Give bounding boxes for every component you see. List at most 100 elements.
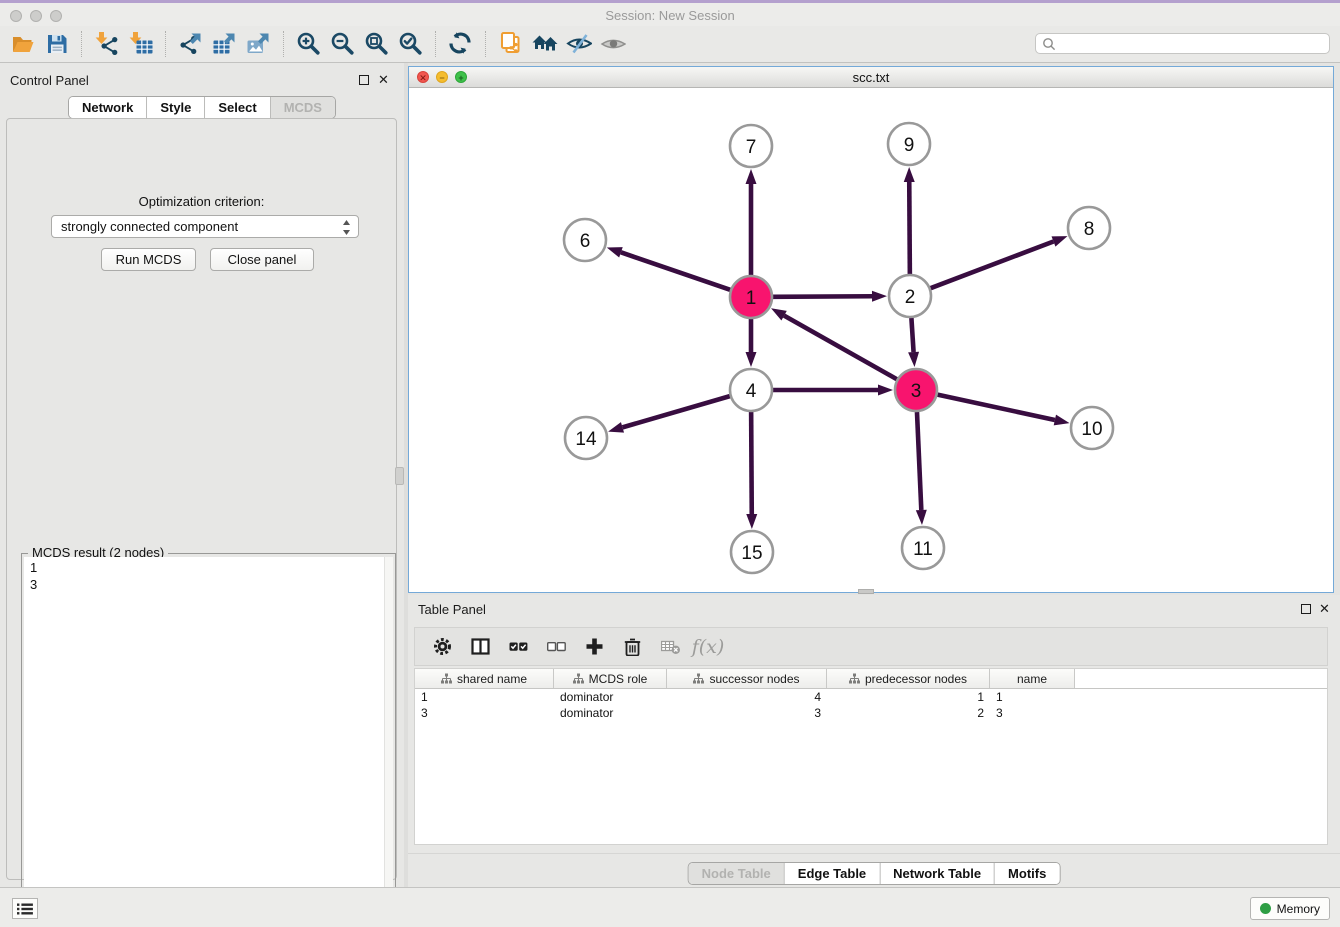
toolbar-separator [435,31,437,57]
float-panel-icon[interactable] [359,75,369,85]
column-label: predecessor nodes [865,672,967,686]
table-cell[interactable]: 1 [827,689,990,705]
zoom-in-button[interactable] [292,29,326,59]
node-label-15: 15 [741,543,762,564]
edge-3-1[interactable] [784,316,897,380]
node-label-8: 8 [1084,219,1095,240]
table-cell[interactable]: dominator [554,689,667,705]
tab-mcds[interactable]: MCDS [270,97,335,118]
table-cell[interactable]: 3 [990,705,1075,721]
zoom-out-icon [330,31,356,57]
edge-1-6[interactable] [621,252,730,290]
optimization-criterion-select[interactable]: strongly connected component [51,215,359,238]
node-label-14: 14 [575,429,597,450]
table-cell[interactable]: 2 [827,705,990,721]
edge-3-11[interactable] [917,412,921,510]
tab-network-table[interactable]: Network Table [879,863,994,884]
add-column-button[interactable] [575,632,613,662]
split-divider-handle[interactable] [395,467,404,485]
search-icon [1042,37,1056,51]
optimization-criterion-label: Optimization criterion: [7,194,396,209]
table-row[interactable]: 3dominator323 [415,705,1327,721]
delete-column-button[interactable] [613,632,651,662]
table-cell[interactable]: 1 [415,689,554,705]
table-panel-title: Table Panel [418,602,486,617]
task-history-button[interactable] [12,898,38,919]
column-header-name[interactable]: name [990,669,1075,688]
column-layout-button[interactable] [461,632,499,662]
tab-node-table[interactable]: Node Table [689,863,784,884]
run-mcds-button[interactable]: Run MCDS [101,248,196,271]
table-cell[interactable]: 4 [667,689,827,705]
float-table-panel-icon[interactable] [1301,604,1311,614]
edge-2-9[interactable] [909,182,910,274]
export-image-icon [246,31,272,57]
mcds-result-scrollbar[interactable] [384,557,393,924]
export-network-button[interactable] [174,29,208,59]
refresh-view-icon [448,31,474,57]
add-column-icon [585,637,604,656]
duplicate-network-button[interactable] [494,29,528,59]
import-table-icon [128,31,154,57]
select-all-checkboxes-button[interactable] [499,632,537,662]
open-session-button[interactable] [6,29,40,59]
home-view-icon [532,31,558,57]
tab-style[interactable]: Style [146,97,204,118]
column-header-successor-nodes[interactable]: successor nodes [667,669,827,688]
tab-select[interactable]: Select [204,97,269,118]
search-input[interactable] [1035,33,1330,54]
node-label-7: 7 [746,137,757,158]
network-view-window: ✕ − + scc.txt 7968124314101511 [408,66,1334,593]
tab-motifs[interactable]: Motifs [994,863,1059,884]
zoom-out-button[interactable] [326,29,360,59]
import-network-button[interactable] [90,29,124,59]
column-header-shared-name[interactable]: shared name [415,669,554,688]
import-table-button[interactable] [124,29,158,59]
save-session-button[interactable] [40,29,74,59]
table-cell[interactable]: 3 [415,705,554,721]
export-table-button[interactable] [208,29,242,59]
column-header-MCDS-role[interactable]: MCDS role [554,669,667,688]
mcds-result-text[interactable]: 1 3 [24,557,385,924]
close-panel-icon[interactable]: ✕ [378,75,389,85]
close-table-panel-icon[interactable]: ✕ [1319,604,1330,614]
edge-arrow-1-4 [746,352,757,367]
column-header-predecessor-nodes[interactable]: predecessor nodes [827,669,990,688]
home-view-button[interactable] [528,29,562,59]
hide-selected-button[interactable] [562,29,596,59]
edge-1-2[interactable] [773,296,872,297]
edge-4-14[interactable] [622,396,729,427]
hierarchy-icon [693,673,704,684]
memory-button[interactable]: Memory [1250,897,1330,920]
edge-arrow-2-8 [1052,236,1068,246]
tab-network[interactable]: Network [69,97,146,118]
export-image-button[interactable] [242,29,276,59]
select-stepper-icon [342,219,351,236]
table-row[interactable]: 1dominator411 [415,689,1327,705]
table-cell[interactable]: 1 [990,689,1075,705]
show-hidden-button[interactable] [596,29,630,59]
split-divider-horizontal-handle[interactable] [858,589,874,594]
table-settings-icon [433,637,452,656]
deselect-all-checkboxes-button[interactable] [537,632,575,662]
table-cell[interactable]: 3 [667,705,827,721]
tab-edge-table[interactable]: Edge Table [784,863,879,884]
table-cell[interactable]: dominator [554,705,667,721]
select-all-checkboxes-icon [509,637,528,656]
edge-4-15[interactable] [751,412,752,514]
edge-2-3[interactable] [911,318,913,352]
zoom-selected-button[interactable] [394,29,428,59]
edge-2-8[interactable] [931,241,1054,288]
refresh-view-button[interactable] [444,29,478,59]
network-window-titlebar[interactable]: ✕ − + scc.txt [409,67,1333,88]
hide-selected-icon [566,31,592,57]
optimization-criterion-value: strongly connected component [61,219,238,234]
zoom-selected-icon [398,31,424,57]
zoom-fit-button[interactable] [360,29,394,59]
edge-3-10[interactable] [938,395,1055,420]
network-canvas[interactable]: 7968124314101511 [409,88,1333,592]
mcds-panel: Optimization criterion: strongly connect… [6,118,397,880]
table-settings-button[interactable] [423,632,461,662]
node-label-6: 6 [580,231,591,252]
close-panel-button[interactable]: Close panel [210,248,314,271]
